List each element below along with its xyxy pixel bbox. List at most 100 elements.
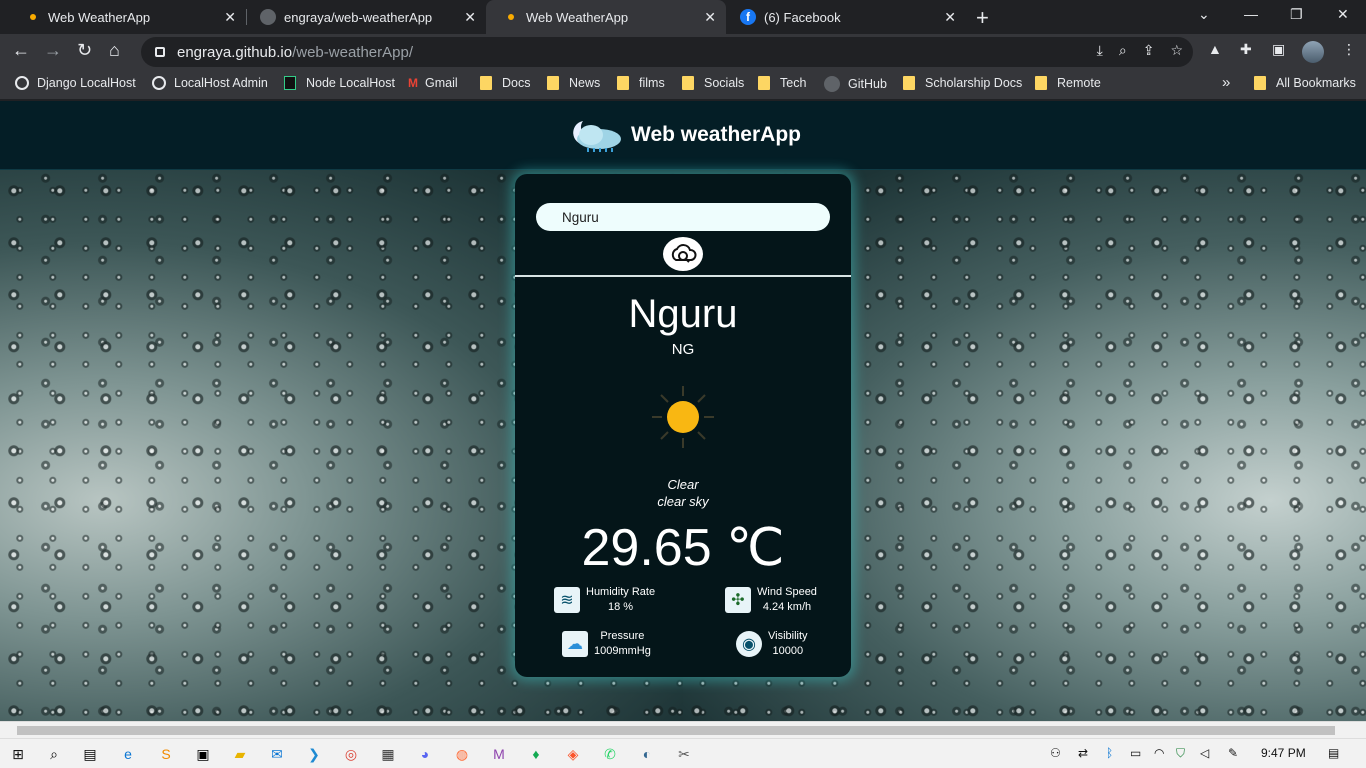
defender-shield-icon[interactable]: ⛉ [1176, 746, 1185, 761]
back-arrow-icon[interactable]: ← [12, 40, 30, 61]
bookmark-films[interactable]: films [617, 76, 665, 90]
bookmark-gmail[interactable]: M Gmail [408, 76, 458, 90]
tab-github[interactable]: engraya/web-weatherApp ✕ [246, 0, 486, 34]
bookmark-scholarship-docs[interactable]: Scholarship Docs [903, 76, 1022, 90]
bookmark-label: Docs [502, 76, 531, 90]
whatsapp-icon[interactable]: ✆ [600, 744, 620, 764]
notifications-icon[interactable]: ▤ [1328, 746, 1339, 760]
mongodb-icon[interactable]: ♦ [526, 744, 546, 764]
sticky-notes-icon[interactable]: ▦ [378, 744, 398, 764]
profile-avatar[interactable] [1302, 41, 1324, 63]
bookmark-node-localhost[interactable]: Node LocalHost [284, 76, 395, 90]
side-panel-icon[interactable]: ▣ [1272, 41, 1292, 61]
tab-web-weatherapp-1[interactable]: Web WeatherApp ✕ [8, 0, 247, 34]
bookmark-news[interactable]: News [547, 76, 600, 90]
tab-facebook[interactable]: f (6) Facebook ✕ [726, 0, 966, 34]
pressure-stat: ☁ Pressure 1009mmHg [562, 629, 651, 659]
bookmark-label: Tech [780, 76, 807, 90]
bookmark-localhost-admin[interactable]: LocalHost Admin [152, 76, 268, 90]
browser-toolbar: ← → ↻ ⌂ engraya.github.io/web-weatherApp… [0, 34, 1366, 70]
share-icon[interactable]: ⇪ [1143, 42, 1155, 59]
people-icon[interactable]: ⚇ [1050, 746, 1061, 760]
bookmark-label: Node LocalHost [306, 76, 395, 90]
vscode-icon[interactable]: ❯ [304, 744, 324, 764]
app-m-icon[interactable]: M [489, 744, 509, 764]
humidity-text: Humidity Rate 18 % [586, 585, 655, 615]
close-icon[interactable]: ✕ [224, 9, 236, 26]
wind-turbine-icon: ✣ [725, 587, 751, 613]
bookmarks-overflow-chevron[interactable]: » [1222, 74, 1230, 91]
network-adapter-icon[interactable]: ⇄ [1078, 746, 1088, 760]
bookmark-socials[interactable]: Socials [682, 76, 744, 90]
sublime-icon[interactable]: S [156, 744, 176, 764]
snipping-tool-icon[interactable]: ✂ [674, 744, 694, 764]
address-bar[interactable]: engraya.github.io/web-weatherApp/ ⤓ ⌕ ⇪ … [141, 37, 1193, 67]
bookmark-tech[interactable]: Tech [758, 76, 806, 90]
lock-icon[interactable] [155, 47, 165, 57]
bookmark-label: Scholarship Docs [925, 76, 1023, 90]
close-icon[interactable]: ✕ [704, 9, 716, 26]
search-icon[interactable]: ⌕ [44, 744, 64, 764]
clock-time[interactable]: 9:47 PM [1261, 746, 1306, 760]
windows-start-icon[interactable]: ⊞ [8, 744, 28, 764]
volume-icon[interactable]: ◁ [1200, 746, 1209, 760]
task-view-icon[interactable]: ▤ [80, 744, 100, 764]
bookmark-label: Gmail [425, 76, 458, 90]
new-tab-plus-icon[interactable]: + [976, 5, 989, 31]
postgres-icon[interactable]: ◐ [637, 744, 657, 764]
star-bookmark-icon[interactable]: ☆ [1170, 42, 1183, 59]
folder-icon [758, 76, 770, 90]
temperature: 29.65 ℃ [581, 519, 785, 577]
pen-icon[interactable]: ✎ [1228, 746, 1238, 760]
store-icon[interactable]: ▣ [193, 744, 213, 764]
reload-icon[interactable]: ↻ [77, 40, 92, 61]
bluetooth-icon[interactable]: ᛒ [1106, 746, 1113, 760]
pressure-label: Pressure [600, 630, 645, 642]
wind-stat: ✣ Wind Speed 4.24 km/h [725, 585, 817, 615]
restore-icon[interactable]: ❐ [1290, 6, 1303, 23]
tab-search-chevron-icon[interactable]: ⌄ [1198, 6, 1210, 23]
folder-icon [1254, 76, 1266, 90]
mail-icon[interactable]: ✉ [267, 744, 287, 764]
gmail-icon: M [408, 76, 418, 90]
home-icon[interactable]: ⌂ [109, 40, 120, 61]
menu-dots-icon[interactable]: ⋮ [1342, 41, 1362, 61]
all-bookmarks[interactable]: All Bookmarks [1254, 76, 1356, 90]
window-close-icon[interactable]: ✕ [1337, 6, 1349, 23]
bookmark-github[interactable]: GitHub [824, 76, 887, 92]
visibility-label: Visibility [768, 630, 808, 642]
extension-icon[interactable]: ▲ [1208, 41, 1228, 61]
close-icon[interactable]: ✕ [944, 9, 956, 26]
file-explorer-icon[interactable]: ▰ [230, 744, 250, 764]
tab-web-weatherapp-active[interactable]: Web WeatherApp ✕ [486, 0, 726, 34]
postman-icon[interactable]: ◍ [452, 744, 472, 764]
forward-arrow-icon[interactable]: → [44, 40, 62, 61]
horizontal-scrollbar[interactable] [0, 721, 1366, 738]
cloud-search-button[interactable] [663, 237, 703, 271]
bookmark-docs[interactable]: Docs [480, 76, 530, 90]
minimize-icon[interactable]: — [1244, 6, 1258, 22]
tab-title: Web WeatherApp [48, 9, 151, 25]
unsaved-dot-icon [30, 14, 36, 20]
edge-icon[interactable]: e [118, 744, 138, 764]
battery-icon[interactable]: ▭ [1130, 746, 1141, 760]
extensions-puzzle-icon[interactable]: ✚ [1240, 41, 1260, 61]
pressure-icon: ☁ [562, 631, 588, 657]
wind-value: 4.24 km/h [762, 601, 812, 613]
pressure-value: 1009mmHg [594, 645, 651, 657]
city-search-input[interactable] [536, 203, 830, 231]
wifi-icon[interactable]: ◠ [1154, 746, 1164, 760]
brave-icon[interactable]: ◈ [563, 744, 583, 764]
bookmark-label: GitHub [848, 77, 887, 91]
zoom-icon[interactable]: ⌕ [1119, 42, 1127, 59]
install-app-icon[interactable]: ⤓ [1097, 42, 1103, 59]
close-icon[interactable]: ✕ [464, 9, 476, 26]
bookmark-remote[interactable]: Remote [1035, 76, 1101, 90]
discord-icon[interactable]: ◕ [415, 744, 435, 764]
scrollbar-thumb[interactable] [17, 726, 1335, 735]
bookmark-label: Django LocalHost [37, 76, 136, 90]
chrome-icon[interactable]: ◎ [341, 744, 361, 764]
bookmark-django-localhost[interactable]: Django LocalHost [15, 76, 136, 90]
visibility-stat: ◉ Visibility 10000 [736, 629, 808, 659]
app-header: Web weatherApp [0, 101, 1366, 170]
